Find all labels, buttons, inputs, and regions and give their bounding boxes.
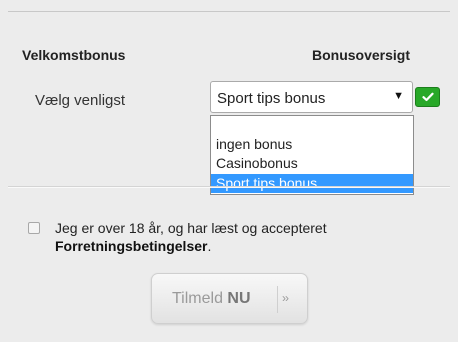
terms-text: Jeg er over 18 år, og har læst og accept… <box>55 220 327 236</box>
checkmark-icon <box>421 92 434 102</box>
bonus-select-value: Sport tips bonus <box>217 90 326 107</box>
bonus-options-list[interactable]: ingen bonus Casinobonus Sport tips bonus <box>210 115 414 195</box>
option-ingen-bonus[interactable]: ingen bonus <box>211 135 413 154</box>
terms-label: Jeg er over 18 år, og har læst og accept… <box>55 219 385 255</box>
option-casinobonus[interactable]: Casinobonus <box>211 154 413 173</box>
section-divider <box>8 186 450 188</box>
signup-button-label: Tilmeld NU <box>172 290 251 308</box>
bonus-select-label: Vælg venligst <box>35 92 126 109</box>
option-sport-tips-bonus[interactable]: Sport tips bonus <box>211 174 413 193</box>
signup-button[interactable]: Tilmeld NU ›› <box>151 273 308 324</box>
signup-button-separator <box>277 286 278 313</box>
terms-link[interactable]: Forretningsbetingelser <box>55 238 207 254</box>
welcome-bonus-heading: Velkomstbonus <box>22 47 126 63</box>
signup-label-bold: NU <box>227 290 251 307</box>
top-divider <box>8 11 450 12</box>
triangle-down-icon: ▼ <box>393 90 404 102</box>
bonus-overview-link[interactable]: Bonusoversigt <box>312 47 410 63</box>
double-chevron-right-icon: ›› <box>282 291 289 305</box>
terms-checkbox[interactable] <box>28 222 40 234</box>
confirm-check-badge <box>415 87 440 107</box>
signup-label-prefix: Tilmeld <box>172 290 223 307</box>
option-blank[interactable] <box>211 117 413 136</box>
bonus-select[interactable]: Sport tips bonus ▼ <box>210 81 413 113</box>
terms-suffix: . <box>207 238 212 254</box>
